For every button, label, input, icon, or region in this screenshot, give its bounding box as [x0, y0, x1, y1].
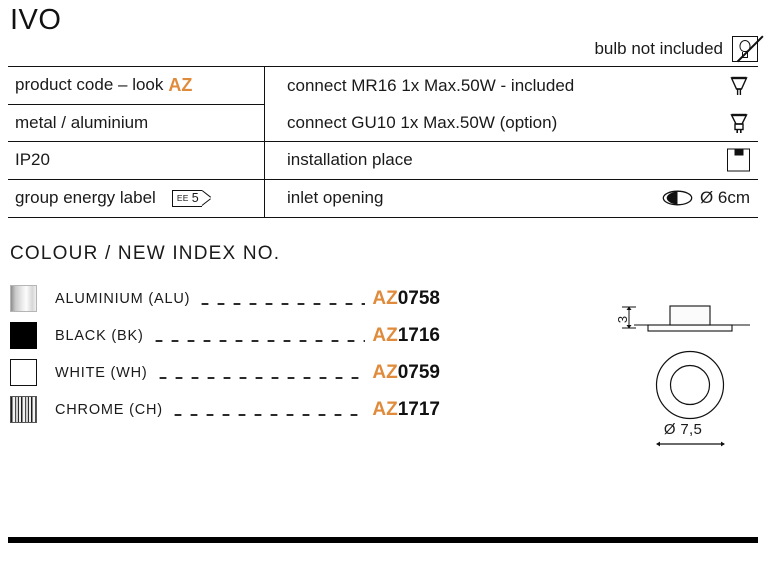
- product-code: AZ1717: [372, 399, 440, 421]
- spec-label-material: metal / aluminium: [15, 112, 149, 132]
- recessed-ceiling-icon: [727, 148, 750, 172]
- list-item[interactable]: WHITE (WH) AZ0759: [10, 354, 440, 391]
- bulb-not-included-row: bulb not included: [594, 35, 764, 63]
- bulb-not-included-label: bulb not included: [594, 39, 723, 58]
- spec-label-product-code: product code – look: [15, 75, 164, 95]
- colour-index-list: ALUMINIUM (ALU) AZ0758 BLACK (BK) AZ1716…: [10, 280, 440, 428]
- product-code: AZ0759: [372, 362, 440, 384]
- spec-label-connect-mr16: connect MR16 1x Max.50W - included: [287, 75, 575, 95]
- list-item[interactable]: CHROME (CH) AZ1717: [10, 391, 440, 428]
- energy-badge-value: 5: [191, 191, 199, 205]
- spec-row-installation-place: installation place: [265, 142, 758, 180]
- product-spec-sheet: IVO bulb not included product code – loo…: [0, 0, 766, 561]
- energy-badge-arrow-icon: [202, 190, 211, 207]
- energy-badge-prefix: EE: [176, 193, 189, 203]
- list-item[interactable]: ALUMINIUM (ALU) AZ0758: [10, 280, 440, 317]
- spec-row-connect-gu10: connect GU10 1x Max.50W (option): [265, 105, 758, 142]
- product-code-prefix: AZ: [372, 287, 398, 309]
- spec-label-installation-place: installation place: [287, 150, 413, 170]
- list-item[interactable]: BLACK (BK) AZ1716: [10, 317, 440, 354]
- inlet-opening-dimension: Ø 6cm: [699, 188, 750, 208]
- page-title: IVO: [10, 4, 62, 36]
- technical-drawing-side-view: [622, 305, 750, 332]
- aluminium-swatch: [10, 285, 37, 312]
- spec-row-energy-label: group energy label EE 5: [8, 180, 264, 218]
- product-code-prefix: AZ: [372, 361, 398, 383]
- colour-name: ALUMINIUM (ALU): [55, 290, 191, 307]
- colour-name: CHROME (CH): [55, 401, 163, 418]
- colour-section-heading: COLOUR / NEW INDEX NO.: [10, 243, 281, 264]
- product-code-number: 1716: [397, 324, 440, 346]
- product-code: AZ0758: [372, 288, 440, 310]
- technical-drawing-diameter-label: Ø 7,5: [663, 421, 703, 438]
- product-code-number: 1717: [397, 398, 440, 420]
- spec-label-connect-gu10: connect GU10 1x Max.50W (option): [287, 112, 558, 132]
- dotted-leader: [169, 404, 366, 418]
- spec-row-ip-rating: IP20: [8, 142, 264, 180]
- black-swatch: [10, 322, 37, 349]
- footer-rule: [8, 537, 758, 543]
- dotted-leader: [154, 367, 366, 381]
- spec-label-ip-rating: IP20: [15, 150, 50, 170]
- spec-label-energy: group energy label: [15, 188, 156, 208]
- spec-value-look-az: AZ: [168, 74, 193, 95]
- colour-name: BLACK (BK): [55, 327, 144, 344]
- colour-name: WHITE (WH): [55, 364, 148, 381]
- dotted-leader: [150, 330, 366, 344]
- product-code: AZ1716: [372, 325, 440, 347]
- technical-drawing-top-view: [655, 350, 725, 420]
- mr16-lamp-icon: [728, 74, 750, 98]
- spec-row-product-code: product code – look AZ: [8, 67, 264, 105]
- dotted-leader: [197, 293, 366, 307]
- technical-drawing-height-label: 3: [615, 315, 631, 323]
- spec-row-connect-mr16: connect MR16 1x Max.50W - included: [265, 67, 758, 105]
- spec-row-inlet-opening: inlet opening Ø 6cm: [265, 180, 758, 218]
- spec-row-material: metal / aluminium: [8, 105, 264, 142]
- no-bulb-icon: [732, 35, 764, 63]
- white-swatch: [10, 359, 37, 386]
- energy-label-badge: EE 5: [171, 189, 211, 207]
- spec-label-inlet-opening: inlet opening: [287, 188, 384, 208]
- inlet-opening-value-group: Ø 6cm: [662, 188, 750, 208]
- spec-table-left-column: product code – look AZ metal / aluminium…: [8, 67, 265, 217]
- product-code-prefix: AZ: [372, 398, 398, 420]
- chrome-swatch: [10, 396, 37, 423]
- inlet-opening-icon: [662, 190, 693, 206]
- technical-drawing: 3 Ø 7,5: [600, 292, 766, 457]
- product-code-number: 0759: [397, 361, 440, 383]
- specification-table: product code – look AZ metal / aluminium…: [8, 66, 758, 218]
- product-code-number: 0758: [397, 287, 440, 309]
- gu10-lamp-icon: [728, 111, 750, 135]
- spec-table-right-column: connect MR16 1x Max.50W - included conne…: [265, 67, 758, 217]
- technical-drawing-diameter-dimension: [656, 441, 725, 447]
- product-code-prefix: AZ: [372, 324, 398, 346]
